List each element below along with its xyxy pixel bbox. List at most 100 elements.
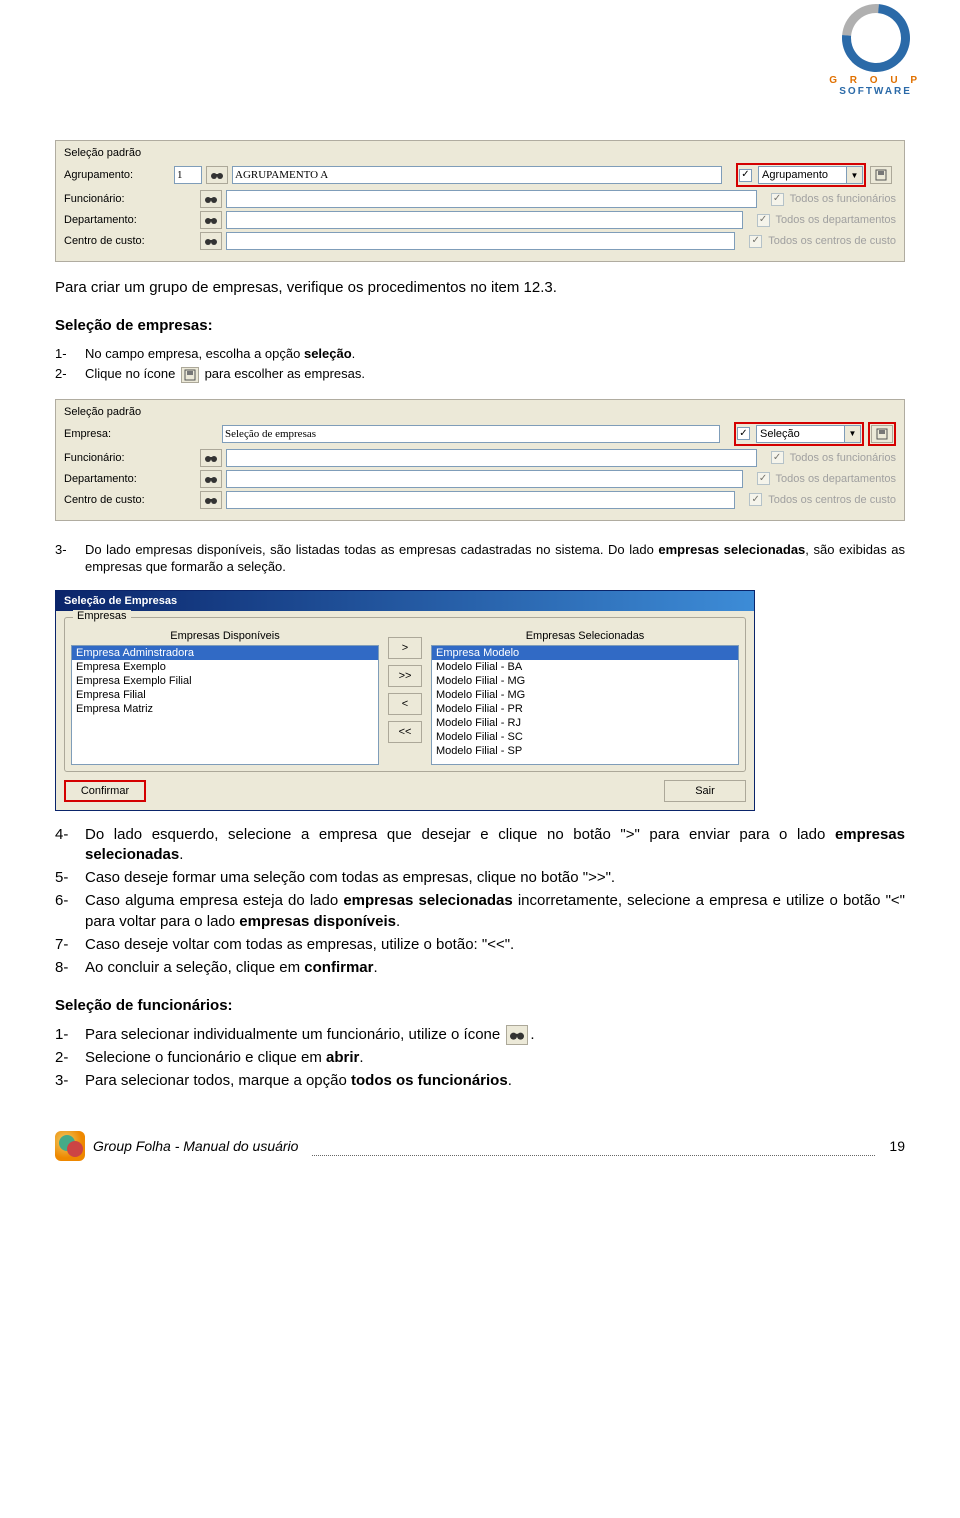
move-right-button[interactable]: > [388, 637, 422, 659]
list-item[interactable]: Empresa Matriz [72, 702, 378, 716]
agrupamento-number-input[interactable] [174, 166, 202, 184]
centro-text-input[interactable] [226, 491, 735, 509]
agrupamento-checkbox[interactable] [739, 169, 752, 182]
company-selection-dialog: Seleção de Empresas Empresas Empresas Di… [55, 590, 755, 811]
exit-button[interactable]: Sair [664, 780, 746, 802]
binoculars-icon-button[interactable] [200, 211, 222, 229]
ord-num: 1- [55, 345, 85, 363]
funcionario-text-input[interactable] [226, 190, 757, 208]
ord-num: 3- [55, 1071, 85, 1091]
label-departamento: Departamento: [64, 473, 174, 485]
disk-icon [181, 367, 199, 383]
list-item[interactable]: Modelo Filial - PR [432, 702, 738, 716]
list-item[interactable]: Empresa Modelo [432, 646, 738, 660]
binoculars-icon [205, 453, 217, 463]
empresa-checkbox[interactable] [737, 427, 750, 440]
centro-text-input[interactable] [226, 232, 735, 250]
step-7: Caso deseje voltar com todas as empresas… [85, 935, 905, 955]
chevron-down-icon: ▼ [846, 167, 862, 183]
funcionario-text-input[interactable] [226, 449, 757, 467]
footer-title: Group Folha - Manual do usuário [93, 1138, 298, 1154]
open-dialog-icon-button[interactable] [871, 425, 893, 443]
empresa-text-input[interactable] [222, 425, 720, 443]
logo-line2: SOFTWARE [829, 86, 922, 97]
ord-num: 4- [55, 825, 85, 866]
move-all-right-button[interactable]: >> [388, 665, 422, 687]
centro-check-label: Todos os centros de custo [768, 494, 896, 506]
available-listbox[interactable]: Empresa AdminstradoraEmpresa ExemploEmpr… [71, 645, 379, 765]
label-centro: Centro de custo: [64, 235, 174, 247]
panel-section-label: Seleção padrão [64, 147, 896, 159]
centro-checkbox[interactable] [749, 493, 762, 506]
ord-num: 8- [55, 958, 85, 978]
binoculars-icon-button[interactable] [200, 491, 222, 509]
binoculars-icon-button[interactable] [200, 470, 222, 488]
move-left-button[interactable]: < [388, 693, 422, 715]
centro-check-label: Todos os centros de custo [768, 235, 896, 247]
selected-listbox[interactable]: Empresa ModeloModelo Filial - BAModelo F… [431, 645, 739, 765]
funcionario-checkbox[interactable] [771, 193, 784, 206]
centro-checkbox[interactable] [749, 235, 762, 248]
sf-step-3: Para selecionar todos, marque a opção to… [85, 1071, 905, 1091]
list-item[interactable]: Modelo Filial - BA [432, 660, 738, 674]
binoculars-icon-button[interactable] [200, 190, 222, 208]
list-item[interactable]: Modelo Filial - MG [432, 674, 738, 688]
sf-step-1: Para selecionar individualmente um funci… [85, 1025, 905, 1045]
empresa-dropdown[interactable]: Seleção ▼ [756, 425, 861, 443]
departamento-checkbox[interactable] [757, 214, 770, 227]
confirm-button[interactable]: Confirmar [64, 780, 146, 802]
step-6: Caso alguma empresa esteja do lado empre… [85, 891, 905, 932]
departamento-check-label: Todos os departamentos [776, 473, 896, 485]
funcionario-checkbox[interactable] [771, 451, 784, 464]
list-item[interactable]: Modelo Filial - SC [432, 730, 738, 744]
step-3: Do lado empresas disponíveis, são listad… [85, 541, 905, 576]
ord-num: 7- [55, 935, 85, 955]
list-item[interactable]: Empresa Exemplo Filial [72, 674, 378, 688]
page-number: 19 [889, 1138, 905, 1154]
label-funcionario: Funcionário: [64, 452, 174, 464]
heading-selecao-funcionarios: Seleção de funcionários: [55, 996, 905, 1016]
list-item[interactable]: Modelo Filial - RJ [432, 716, 738, 730]
ord-num: 2- [55, 365, 85, 383]
binoculars-icon [205, 495, 217, 505]
departamento-text-input[interactable] [226, 211, 743, 229]
chevron-down-icon: ▼ [844, 426, 860, 442]
brand-logo: G R O U P SOFTWARE [829, 4, 922, 97]
funcionario-check-label: Todos os funcionários [790, 452, 896, 464]
list-item[interactable]: Empresa Adminstradora [72, 646, 378, 660]
footer-app-icon [55, 1131, 85, 1161]
binoculars-icon [205, 215, 217, 225]
label-departamento: Departamento: [64, 214, 174, 226]
funcionario-check-label: Todos os funcionários [790, 193, 896, 205]
available-header: Empresas Disponíveis [71, 630, 379, 642]
ord-num: 6- [55, 891, 85, 932]
binoculars-icon [506, 1025, 528, 1045]
step-1: No campo empresa, escolha a opção seleçã… [85, 345, 905, 363]
ord-num: 3- [55, 541, 85, 576]
departamento-check-label: Todos os departamentos [776, 214, 896, 226]
binoculars-icon [205, 236, 217, 246]
departamento-checkbox[interactable] [757, 472, 770, 485]
list-item[interactable]: Modelo Filial - MG [432, 688, 738, 702]
move-all-left-button[interactable]: << [388, 721, 422, 743]
open-dialog-icon-button[interactable] [870, 166, 892, 184]
binoculars-icon [205, 194, 217, 204]
disk-icon [876, 428, 888, 440]
ord-num: 2- [55, 1048, 85, 1068]
dialog-title: Seleção de Empresas [56, 591, 754, 611]
disk-icon [875, 169, 887, 181]
dropdown-value: Agrupamento [762, 169, 828, 181]
binoculars-icon-button[interactable] [200, 232, 222, 250]
list-item[interactable]: Modelo Filial - SP [432, 744, 738, 758]
departamento-text-input[interactable] [226, 470, 743, 488]
binoculars-icon-button[interactable] [200, 449, 222, 467]
list-item[interactable]: Empresa Exemplo [72, 660, 378, 674]
binoculars-icon-button[interactable] [206, 166, 228, 184]
agrupamento-text-input[interactable] [232, 166, 722, 184]
fieldset-legend: Empresas [73, 610, 131, 622]
panel-section-label: Seleção padrão [64, 406, 896, 418]
selection-panel-empresa: Seleção padrão Empresa: Seleção ▼ [55, 399, 905, 521]
list-item[interactable]: Empresa Filial [72, 688, 378, 702]
label-empresa: Empresa: [64, 428, 174, 440]
agrupamento-dropdown[interactable]: Agrupamento ▼ [758, 166, 863, 184]
